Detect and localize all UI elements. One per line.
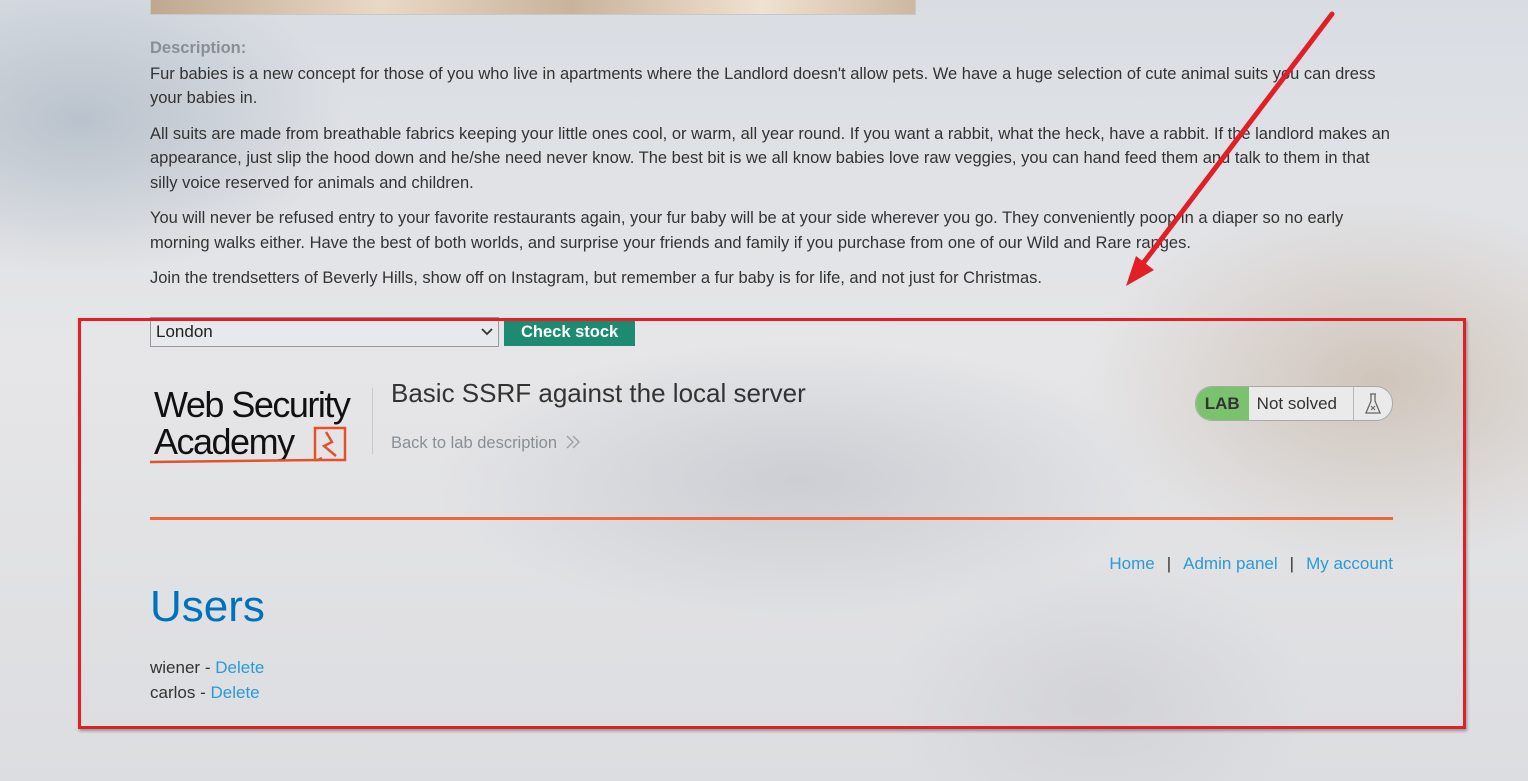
annotation-highlight-box (78, 318, 1466, 729)
annotation-arrow (1126, 11, 1335, 286)
product-image (150, 0, 916, 15)
